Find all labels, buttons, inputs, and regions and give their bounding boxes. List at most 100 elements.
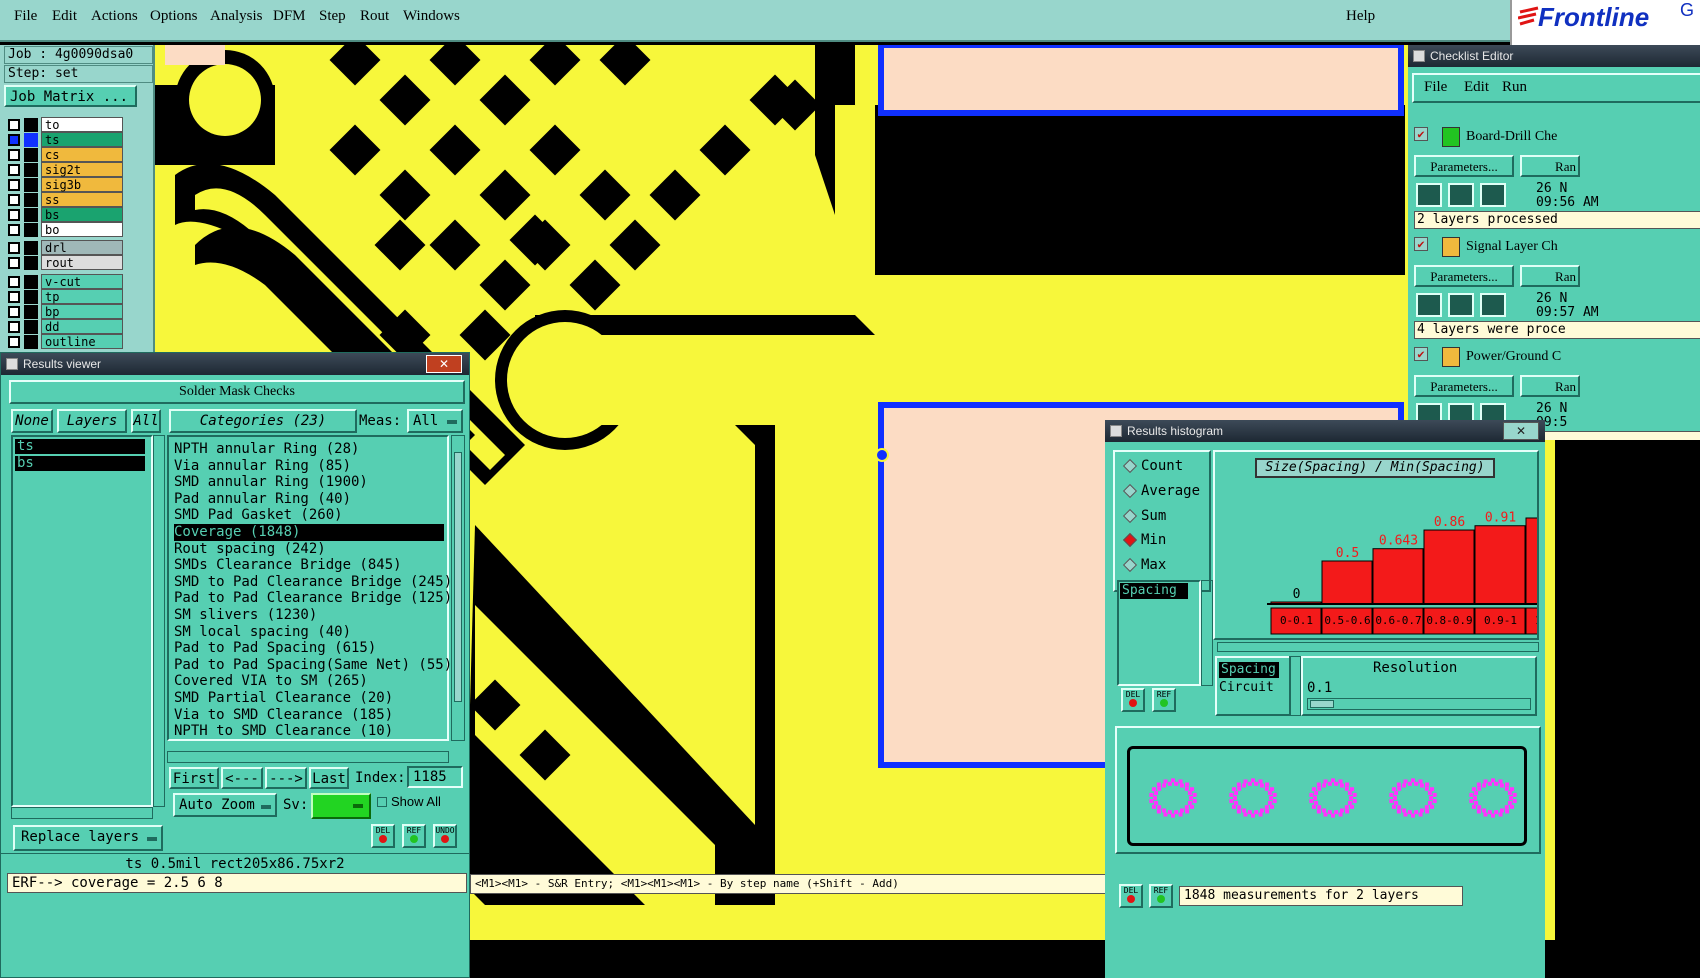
layer-row-rout[interactable]: rout <box>8 255 126 271</box>
menu-options[interactable]: Options <box>150 8 198 25</box>
layers-listbox[interactable]: ts bs <box>11 435 153 807</box>
layer-name[interactable]: bp <box>41 304 123 319</box>
category-item[interactable]: Pad to Pad Clearance Bridge (125) <box>174 590 452 607</box>
layer-name[interactable]: drl <box>41 240 123 255</box>
checklist-menu-edit[interactable]: Edit <box>1464 79 1489 96</box>
checklist-menu-file[interactable]: File <box>1424 79 1447 96</box>
parameters-button[interactable]: Parameters... <box>1414 155 1514 177</box>
menu-analysis[interactable]: Analysis <box>210 8 263 25</box>
layer-checkbox[interactable] <box>8 336 20 348</box>
job-matrix-button[interactable]: Job Matrix ... <box>4 85 137 107</box>
layer-checkbox[interactable] <box>8 321 20 333</box>
del-button[interactable]: DEL <box>371 824 395 848</box>
category-item[interactable]: NPTH annular Ring (28) <box>174 441 359 458</box>
layer-checkbox[interactable] <box>8 276 20 288</box>
layer-row-ss[interactable]: ss <box>8 192 126 208</box>
layer-checkbox[interactable] <box>8 306 20 318</box>
check-name[interactable]: Signal Layer Ch <box>1466 239 1558 255</box>
category-item[interactable]: SMD Pad Gasket (260) <box>174 507 343 524</box>
menu-file[interactable]: File <box>14 8 37 25</box>
group-scrollbar[interactable] <box>1289 656 1301 716</box>
close-icon[interactable]: ✕ <box>426 355 462 373</box>
mode-count-radio[interactable]: Count <box>1123 456 1183 476</box>
measure-listbox[interactable]: Spacing <box>1117 580 1201 686</box>
first-button[interactable]: First <box>169 767 219 789</box>
layer-row-drl[interactable]: drl <box>8 240 126 256</box>
mode-min-radio[interactable]: Min <box>1123 530 1166 550</box>
check-active-checkbox[interactable]: ✔ <box>1414 127 1428 141</box>
mode-max-radio[interactable]: Max <box>1123 555 1166 575</box>
footer-ref-button[interactable]: REF <box>1149 884 1173 908</box>
layer-row-to[interactable]: to <box>8 117 126 133</box>
layer-name[interactable]: ts <box>41 132 123 147</box>
histogram-bar[interactable] <box>1525 517 1537 605</box>
mode-sum-radio[interactable]: Sum <box>1123 506 1166 526</box>
group-circuit-option[interactable]: Circuit <box>1219 680 1274 695</box>
check-name[interactable]: Board-Drill Che <box>1466 129 1557 145</box>
menu-actions[interactable]: Actions <box>91 8 138 25</box>
layer-name[interactable]: bs <box>41 207 123 222</box>
erf-icon[interactable] <box>1480 293 1506 317</box>
categories-button[interactable]: Categories (23) <box>169 409 357 433</box>
categories-hscrollbar[interactable] <box>167 751 449 763</box>
show-all-checkbox[interactable] <box>377 797 387 807</box>
next-button[interactable]: ---> <box>265 767 307 789</box>
category-item[interactable]: Rout spacing (242) <box>174 541 326 558</box>
category-item[interactable]: Pad to Pad Spacing(Same Net) (55) <box>174 657 452 674</box>
layer-name[interactable]: to <box>41 117 123 132</box>
checklist-menu-run[interactable]: Run <box>1502 79 1527 96</box>
category-item[interactable]: SMD Partial Clearance (20) <box>174 690 393 707</box>
menu-edit[interactable]: Edit <box>52 8 77 25</box>
histogram-ref-button[interactable]: REF <box>1152 688 1176 712</box>
close-icon[interactable]: ✕ <box>1503 422 1539 440</box>
layer-checkbox[interactable] <box>8 291 20 303</box>
layer-checkbox[interactable] <box>8 257 20 269</box>
category-item[interactable]: SM local spacing (40) <box>174 624 351 641</box>
layer-row-ts[interactable]: ts <box>8 132 126 148</box>
layer-checkbox[interactable] <box>8 224 20 236</box>
histogram-bar[interactable] <box>1321 560 1373 605</box>
check-active-checkbox[interactable]: ✔ <box>1414 237 1428 251</box>
histogram-bar[interactable] <box>1372 548 1424 605</box>
layer-row-bp[interactable]: bp <box>8 304 126 320</box>
mode-average-radio[interactable]: Average <box>1123 481 1200 501</box>
prev-button[interactable]: <--- <box>221 767 263 789</box>
parameters-button[interactable]: Parameters... <box>1414 265 1514 287</box>
category-item[interactable]: Covered VIA to SM (265) <box>174 673 368 690</box>
check-name[interactable]: Power/Ground C <box>1466 349 1561 365</box>
layer-checkbox[interactable] <box>8 209 20 221</box>
layer-name[interactable]: dd <box>41 319 123 334</box>
group-spacing-option[interactable]: Spacing <box>1219 662 1279 678</box>
layer-row-dd[interactable]: dd <box>8 319 126 335</box>
run-icon[interactable] <box>1416 183 1442 207</box>
layer-row-sig3b[interactable]: sig3b <box>8 177 126 193</box>
auto-zoom-dropdown[interactable]: Auto Zoom <box>173 793 277 817</box>
histogram-del-button[interactable]: DEL <box>1121 688 1145 712</box>
undo-button[interactable]: UNDO <box>433 824 457 848</box>
view-results-icon[interactable] <box>1448 183 1474 207</box>
category-item[interactable]: SM slivers (1230) <box>174 607 317 624</box>
layer-name[interactable]: rout <box>41 255 123 270</box>
menu-help[interactable]: Help <box>1346 8 1375 25</box>
resolution-slider[interactable] <box>1307 698 1531 710</box>
layer-item-bs[interactable]: bs <box>15 456 145 471</box>
layer-checkbox[interactable] <box>8 179 20 191</box>
chart-hscrollbar[interactable] <box>1217 642 1539 652</box>
layer-name[interactable]: cs <box>41 147 123 162</box>
layer-name[interactable]: sig2t <box>41 162 123 177</box>
layer-name[interactable]: outline <box>41 334 123 349</box>
layer-row-v-cut[interactable]: v-cut <box>8 274 126 290</box>
category-item[interactable]: SMD annular Ring (1900) <box>174 474 368 491</box>
histogram-bar[interactable] <box>1474 525 1526 605</box>
category-item[interactable]: SMD to Pad Clearance Bridge (245) <box>174 574 452 591</box>
layer-row-bs[interactable]: bs <box>8 207 126 223</box>
menu-rout[interactable]: Rout <box>360 8 389 25</box>
layer-row-cs[interactable]: cs <box>8 147 126 163</box>
layer-checkbox[interactable] <box>8 164 20 176</box>
layers-scrollbar[interactable] <box>153 435 165 807</box>
run-status-button[interactable]: Ran <box>1520 155 1580 177</box>
layer-checkbox[interactable] <box>8 194 20 206</box>
all-layers-button[interactable]: All <box>131 409 161 433</box>
scroll-thumb[interactable] <box>454 452 462 702</box>
layer-name[interactable]: sig3b <box>41 177 123 192</box>
